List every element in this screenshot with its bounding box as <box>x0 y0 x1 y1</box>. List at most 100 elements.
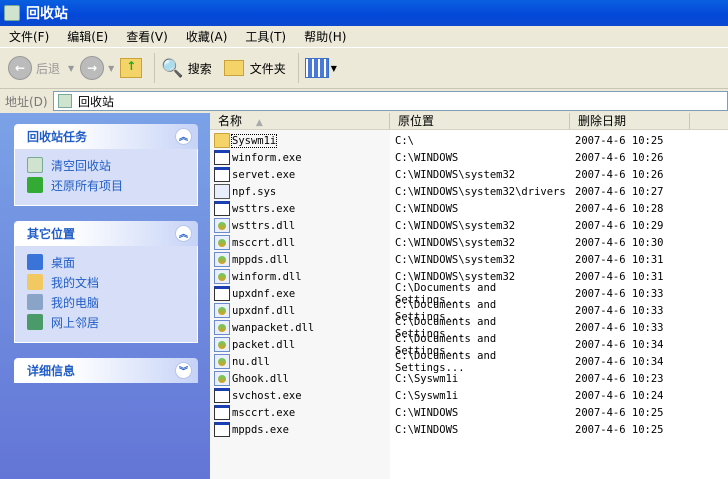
task-pane: 回收站任务 ︽ 清空回收站 还原所有项目 其它位置 ︽ 桌面 我的文档 我的电脑 网… <box>0 113 210 479</box>
desktop-link[interactable]: 桌面 <box>27 252 197 272</box>
restore-all-link[interactable]: 还原所有项目 <box>27 175 197 195</box>
file-name: wanpacket.dll <box>232 321 315 334</box>
file-row[interactable]: Ghook.dll C:\Syswm1i 2007-4-6 10:23 <box>210 370 728 387</box>
network-icon <box>27 314 43 330</box>
file-name: msccrt.dll <box>232 236 296 249</box>
file-name: upxdnf.dll <box>232 304 296 317</box>
menu-edit[interactable]: 编辑(E) <box>58 28 117 45</box>
file-deleted-date: 2007-4-6 10:31 <box>575 253 664 266</box>
file-location: C:\WINDOWS <box>395 423 459 436</box>
file-row[interactable]: winform.exe C:\WINDOWS 2007-4-6 10:26 <box>210 149 728 166</box>
file-location: C:\Syswm1i <box>395 372 459 385</box>
folder-icon <box>223 60 244 76</box>
collapse-icon[interactable]: ︽ <box>175 225 192 242</box>
panel-header[interactable]: 其它位置 ︽ <box>14 221 198 246</box>
file-row[interactable]: wsttrs.dll C:\WINDOWS\system32 2007-4-6 10… <box>210 217 728 234</box>
file-row[interactable]: servet.exe C:\WINDOWS\system32 2007-4-6 10… <box>210 166 728 183</box>
exe-file-icon <box>214 167 230 182</box>
file-deleted-date: 2007-4-6 10:27 <box>575 185 664 198</box>
sort-ascending-icon: ▲ <box>255 118 263 128</box>
file-deleted-date: 2007-4-6 10:26 <box>575 151 664 164</box>
collapse-icon[interactable]: ︽ <box>175 128 192 145</box>
dropdown-icon: ▼ <box>330 63 337 73</box>
recycle-bin-icon <box>58 94 72 108</box>
search-button[interactable]: 🔍 搜索 <box>161 58 211 79</box>
file-location: C:\WINDOWS\system32 <box>395 168 516 181</box>
file-location: C:\WINDOWS <box>395 202 459 215</box>
menu-help[interactable]: 帮助(H) <box>295 28 355 45</box>
menu-view[interactable]: 查看(V) <box>117 28 177 45</box>
my-documents-icon <box>27 274 43 290</box>
column-header-date[interactable]: 删除日期 <box>570 113 690 129</box>
file-deleted-date: 2007-4-6 10:33 <box>575 287 664 300</box>
address-bar: 地址(D) 回收站 <box>0 89 728 113</box>
expand-icon[interactable]: ︾ <box>175 362 192 379</box>
file-row[interactable]: npf.sys C:\WINDOWS\system32\drivers 2007-4… <box>210 183 728 200</box>
views-button[interactable]: ▼ <box>304 58 337 78</box>
dll-file-icon <box>214 320 230 335</box>
file-name: Ghook.dll <box>232 372 289 385</box>
menu-favorites[interactable]: 收藏(A) <box>177 28 237 45</box>
panel-header[interactable]: 详细信息 ︾ <box>14 358 198 383</box>
file-location: C:\WINDOWS <box>395 151 459 164</box>
dropdown-icon[interactable]: ▼ <box>108 64 114 73</box>
file-row[interactable]: Syswm1i C:\ 2007-4-6 10:25 <box>210 132 728 149</box>
file-location: C:\ <box>395 134 414 147</box>
file-name: packet.dll <box>232 338 296 351</box>
file-row[interactable]: mppds.exe C:\WINDOWS 2007-4-6 10:25 <box>210 421 728 438</box>
file-location: C:\WINDOWS\system32\drivers <box>395 185 566 198</box>
dll-file-icon <box>214 303 230 318</box>
file-deleted-date: 2007-4-6 10:29 <box>575 219 664 232</box>
link-label: 网上邻居 <box>51 315 100 330</box>
header-label: 名称 <box>218 114 243 128</box>
dll-file-icon <box>214 337 230 352</box>
file-row[interactable]: msccrt.dll C:\WINDOWS\system32 2007-4-6 10… <box>210 234 728 251</box>
recycle-bin-tasks-panel: 回收站任务 ︽ 清空回收站 还原所有项目 <box>14 124 198 206</box>
menu-bar: 文件(F) 编辑(E) 查看(V) 收藏(A) 工具(T) 帮助(H) <box>0 26 728 48</box>
file-deleted-date: 2007-4-6 10:33 <box>575 304 664 317</box>
exe-file-icon <box>214 422 230 437</box>
file-row[interactable]: mppds.dll C:\WINDOWS\system32 2007-4-6 10:… <box>210 251 728 268</box>
network-places-link[interactable]: 网上邻居 <box>27 312 197 332</box>
empty-recycle-bin-link[interactable]: 清空回收站 <box>27 155 197 175</box>
dll-file-icon <box>214 354 230 369</box>
up-folder-button[interactable]: ↑ <box>120 58 143 78</box>
file-location: C:\WINDOWS\system32 <box>395 219 516 232</box>
dll-file-icon <box>214 269 230 284</box>
dropdown-icon[interactable]: ▼ <box>68 64 74 73</box>
file-row[interactable]: msccrt.exe C:\WINDOWS 2007-4-6 10:25 <box>210 404 728 421</box>
panel-header[interactable]: 回收站任务 ︽ <box>14 124 198 149</box>
file-name: wsttrs.dll <box>232 219 296 232</box>
file-row[interactable]: wsttrs.exe C:\WINDOWS 2007-4-6 10:28 <box>210 200 728 217</box>
file-location: C:\WINDOWS <box>395 406 459 419</box>
recycle-bin-icon <box>27 157 43 173</box>
file-deleted-date: 2007-4-6 10:31 <box>575 270 664 283</box>
file-row[interactable]: svchost.exe C:\Syswm1i 2007-4-6 10:24 <box>210 387 728 404</box>
back-button[interactable]: ← 后退 ▼ <box>8 56 74 80</box>
file-name: servet.exe <box>232 168 296 181</box>
exe-file-icon <box>214 201 230 216</box>
file-name: npf.sys <box>232 185 277 198</box>
address-value: 回收站 <box>78 94 115 109</box>
file-name: upxdnf.exe <box>232 287 296 300</box>
folders-button[interactable]: 文件夹 <box>223 60 286 77</box>
column-header-name[interactable]: 名称 ▲ <box>210 113 390 129</box>
my-documents-link[interactable]: 我的文档 <box>27 272 197 292</box>
menu-file[interactable]: 文件(F) <box>0 28 58 45</box>
my-computer-link[interactable]: 我的电脑 <box>27 292 197 312</box>
menu-tools[interactable]: 工具(T) <box>236 28 295 45</box>
link-label: 我的文档 <box>51 275 100 290</box>
forward-button[interactable]: → ▼ <box>80 56 114 80</box>
separator <box>297 53 299 83</box>
details-panel: 详细信息 ︾ <box>14 358 198 383</box>
panel-title: 回收站任务 <box>27 130 88 144</box>
window-title: 回收站 <box>26 6 68 22</box>
file-name: msccrt.exe <box>232 406 296 419</box>
file-name: winform.dll <box>232 270 302 283</box>
title-bar: 回收站 <box>0 0 728 26</box>
file-row[interactable]: nu.dll C:\Documents and Settings... 2007-4… <box>210 350 728 374</box>
column-header-location[interactable]: 原位置 <box>390 113 570 129</box>
address-input[interactable]: 回收站 <box>53 91 728 111</box>
file-deleted-date: 2007-4-6 10:24 <box>575 389 664 402</box>
other-places-panel: 其它位置 ︽ 桌面 我的文档 我的电脑 网上邻居 <box>14 221 198 343</box>
